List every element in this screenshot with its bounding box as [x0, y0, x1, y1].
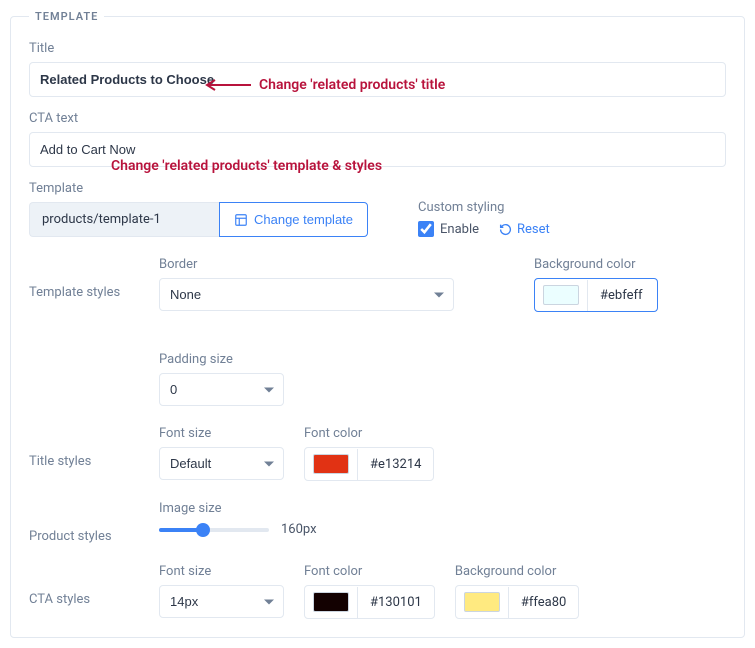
bgcolor-hex: #ebfeff: [587, 280, 657, 311]
cta-fontcolor-label: Font color: [304, 564, 435, 579]
fieldset-legend: TEMPLATE: [29, 10, 104, 23]
cta-fontsize-select[interactable]: 14px: [159, 585, 284, 618]
title-input[interactable]: [29, 62, 726, 97]
cta-fontcolor-col: Font color #130101: [304, 564, 435, 619]
cta-fontcolor-control[interactable]: #130101: [304, 585, 435, 619]
cta-fontcolor-hex: #130101: [357, 587, 434, 618]
cta-text-input[interactable]: [29, 132, 726, 167]
custom-styling-label: Custom styling: [418, 200, 550, 215]
image-size-col: Image size 160px: [159, 501, 317, 537]
image-size-label: Image size: [159, 501, 317, 516]
product-styles-row: Product styles Image size 160px: [29, 501, 726, 544]
product-styles-label: Product styles: [29, 501, 139, 544]
cta-styles-label: CTA styles: [29, 564, 139, 607]
template-fieldset: TEMPLATE Title Change 'related products'…: [10, 10, 745, 638]
slider-track[interactable]: [159, 528, 269, 532]
template-value: products/template-1: [29, 202, 219, 237]
border-select[interactable]: None: [159, 278, 454, 311]
image-size-value: 160px: [281, 522, 317, 537]
padding-label: Padding size: [159, 352, 284, 367]
template-icon: [234, 213, 248, 227]
padding-col: Padding size 0: [159, 352, 284, 406]
template-selector: products/template-1 Change template: [29, 202, 368, 237]
padding-select[interactable]: 0: [159, 373, 284, 406]
cta-bgcolor-swatch: [464, 592, 500, 612]
cta-bgcolor-label: Background color: [455, 564, 579, 579]
title-fontsize-select[interactable]: Default: [159, 447, 284, 480]
enable-label: Enable: [440, 222, 479, 237]
title-fontcolor-col: Font color #e13214: [304, 426, 434, 481]
slider-thumb[interactable]: [196, 523, 210, 537]
cta-fontsize-col: Font size 14px: [159, 564, 284, 619]
bgcolor-label: Background color: [534, 257, 658, 272]
title-styles-row: Title styles Font size Default Font colo…: [29, 426, 726, 481]
cta-bgcolor-hex: #ffea80: [508, 587, 578, 618]
title-fontsize-label: Font size: [159, 426, 284, 441]
cta-text-label: CTA text: [29, 111, 726, 126]
cta-bgcolor-col: Background color #ffea80: [455, 564, 579, 619]
cta-bgcolor-control[interactable]: #ffea80: [455, 585, 579, 619]
title-fontcolor-label: Font color: [304, 426, 434, 441]
title-fontcolor-swatch: [313, 454, 349, 474]
title-fontcolor-control[interactable]: #e13214: [304, 447, 434, 481]
template-label: Template: [29, 181, 368, 196]
template-styles-row: Template styles Border None Background c…: [29, 257, 726, 406]
title-fontsize-col: Font size Default: [159, 426, 284, 481]
enable-wrap[interactable]: Enable: [418, 221, 479, 237]
bgcolor-swatch: [543, 285, 579, 305]
enable-checkbox[interactable]: [418, 221, 434, 237]
bgcolor-control[interactable]: #ebfeff: [534, 278, 658, 312]
template-group: Template products/template-1 Change temp…: [29, 181, 368, 237]
border-label: Border: [159, 257, 454, 272]
title-fontcolor-hex: #e13214: [357, 449, 433, 480]
undo-icon: [499, 223, 512, 236]
cta-styles-row: CTA styles Font size 14px Font color #13…: [29, 564, 726, 619]
bgcolor-col: Background color #ebfeff: [534, 257, 658, 312]
change-template-button[interactable]: Change template: [219, 202, 368, 237]
custom-styling-row: Enable Reset: [418, 221, 550, 237]
cta-text-group: CTA text: [29, 111, 726, 167]
title-styles-label: Title styles: [29, 426, 139, 469]
cta-fontsize-label: Font size: [159, 564, 284, 579]
cta-fontcolor-swatch: [313, 592, 349, 612]
title-group: Title: [29, 41, 726, 97]
reset-button[interactable]: Reset: [499, 222, 550, 237]
custom-styling-group: Custom styling Enable Reset: [418, 200, 550, 237]
template-styles-label: Template styles: [29, 257, 139, 300]
title-label: Title: [29, 41, 726, 56]
image-size-slider[interactable]: 160px: [159, 522, 317, 537]
template-row: Template products/template-1 Change temp…: [29, 181, 726, 237]
border-col: Border None: [159, 257, 454, 312]
